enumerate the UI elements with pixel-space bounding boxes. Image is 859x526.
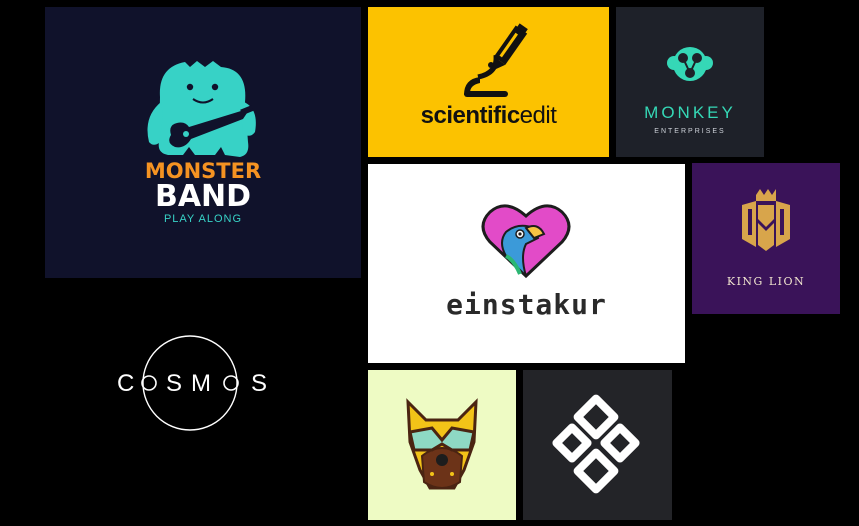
cosmos-letter-c: C — [117, 370, 134, 397]
cosmos-ring-icon: C S M S — [117, 335, 267, 431]
king-lion-logo-tile: KING LION — [692, 163, 840, 314]
dog-mask-icon — [406, 398, 478, 490]
monkey-enterprises-logo-tile: MONKEY ENTERPRISES — [616, 7, 764, 157]
cosmos-letter-m: M — [191, 370, 211, 397]
cosmos-logo-tile: C S M S — [45, 285, 361, 482]
monster-guitar-icon — [147, 61, 256, 157]
monkey-name: MONKEY — [644, 103, 736, 122]
scientific-edit-rest: edit — [519, 102, 557, 129]
monster-band-logo-tile: MONSTER BAND PLAY ALONG — [45, 7, 361, 278]
monster-band-tagline: PLAY ALONG — [163, 213, 243, 225]
lion-crown-icon — [742, 189, 790, 251]
knot-logo-tile — [523, 370, 672, 520]
microscope-pencil-icon — [464, 23, 528, 97]
einstakur-logo-tile: einstakur — [368, 164, 685, 363]
knot-icon — [552, 394, 640, 494]
parrot-heart-icon — [481, 204, 571, 279]
scientific-edit-bold: scientific — [420, 102, 521, 129]
scientific-edit-logo-tile: scientificedit — [368, 7, 609, 157]
dog-mask-logo-tile — [368, 370, 516, 520]
cosmos-letter-s2: S — [251, 370, 267, 397]
monkey-subtitle: ENTERPRISES — [654, 128, 726, 135]
king-lion-name: KING LION — [726, 275, 806, 288]
einstakur-wordmark: einstakur — [446, 288, 607, 321]
scientific-edit-wordmark: scientificedit — [368, 102, 609, 130]
monster-band-line2: BAND — [154, 179, 252, 214]
cosmos-letter-s1: S — [166, 370, 182, 397]
